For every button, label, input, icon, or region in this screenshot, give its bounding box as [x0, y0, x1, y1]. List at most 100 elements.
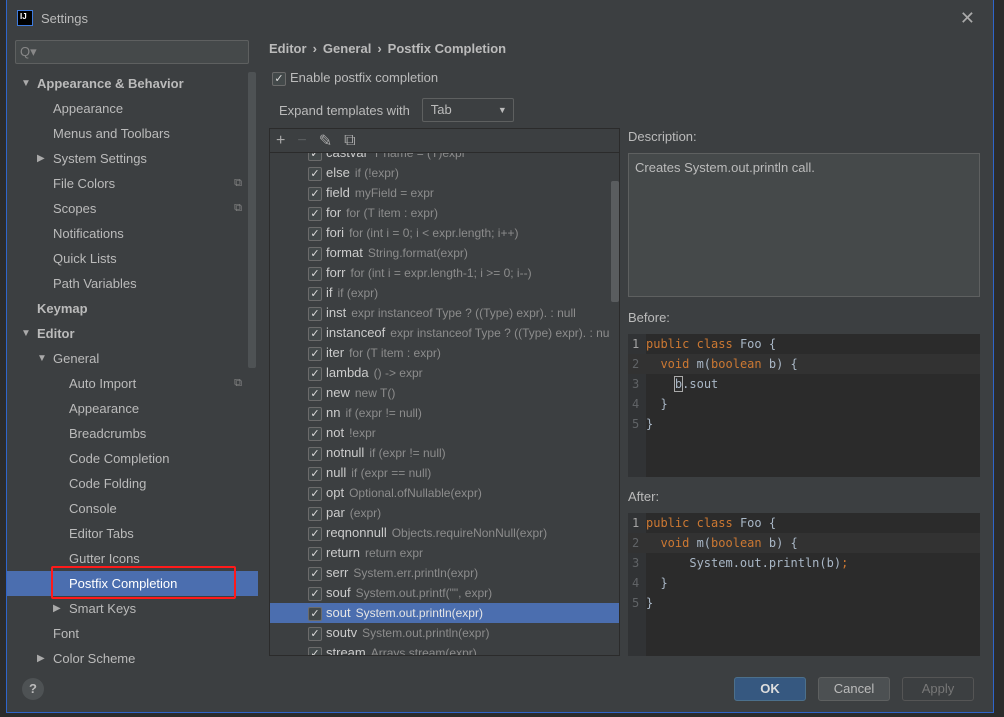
checkbox-checked-icon[interactable]: ✓ — [308, 366, 322, 381]
template-row[interactable]: ✓ lambda () -> expr — [270, 363, 619, 383]
template-row[interactable]: ✓ stream Arrays.stream(expr) — [270, 643, 619, 655]
template-row[interactable]: ✓ notnull if (expr != null) — [270, 443, 619, 463]
breadcrumb-editor[interactable]: Editor — [269, 41, 307, 56]
sidebar-item[interactable]: Code Completion — [7, 446, 258, 471]
template-row[interactable]: ✓ field myField = expr — [270, 183, 619, 203]
expanded-arrow-icon[interactable]: ▼ — [21, 321, 31, 346]
template-row[interactable]: ✓ sout System.out.println(expr) — [270, 603, 619, 623]
remove-icon[interactable]: − — [297, 132, 306, 150]
checkbox-checked-icon[interactable]: ✓ — [308, 266, 322, 281]
checkbox-checked-icon[interactable]: ✓ — [308, 226, 322, 241]
collapsed-arrow-icon[interactable]: ▶ — [37, 146, 45, 171]
template-row[interactable]: ✓ opt Optional.ofNullable(expr) — [270, 483, 619, 503]
template-row[interactable]: ✓ serr System.err.println(expr) — [270, 563, 619, 583]
sidebar-item[interactable]: ▶ Smart Keys — [7, 596, 258, 621]
copy-icon[interactable]: ⧉ — [344, 132, 355, 150]
template-row[interactable]: ✓ not !expr — [270, 423, 619, 443]
sidebar-item[interactable]: Scopes ⧉ — [7, 196, 258, 221]
sidebar-item[interactable]: ▼ General — [7, 346, 258, 371]
template-row[interactable]: ✓ forr for (int i = expr.length-1; i >= 0;… — [270, 263, 619, 283]
checkbox-checked-icon[interactable]: ✓ — [308, 626, 322, 641]
checkbox-checked-icon[interactable]: ✓ — [308, 486, 322, 501]
add-icon[interactable]: + — [276, 132, 285, 150]
checkbox-checked-icon[interactable]: ✓ — [308, 306, 322, 321]
checkbox-checked-icon[interactable]: ✓ — [308, 526, 322, 541]
template-row[interactable]: ✓ souf System.out.printf("", expr) — [270, 583, 619, 603]
sidebar-item[interactable]: Code Folding — [7, 471, 258, 496]
help-button[interactable]: ? — [22, 678, 44, 700]
ok-button[interactable]: OK — [734, 677, 806, 701]
sidebar-item[interactable]: Quick Lists — [7, 246, 258, 271]
template-description: System.out.println(expr) — [362, 626, 490, 640]
template-row[interactable]: ✓ for for (T item : expr) — [270, 203, 619, 223]
template-row[interactable]: ✓ if if (expr) — [270, 283, 619, 303]
template-row[interactable]: ✓ instanceof expr instanceof Type ? ((Type… — [270, 323, 619, 343]
sidebar-item[interactable]: Auto Import ⧉ — [7, 371, 258, 396]
template-row[interactable]: ✓ inst expr instanceof Type ? ((Type) expr… — [270, 303, 619, 323]
sidebar-item[interactable]: Menus and Toolbars — [7, 121, 258, 146]
sidebar-item[interactable]: ▼ Editor — [7, 321, 258, 346]
sidebar-scrollbar[interactable] — [248, 72, 256, 368]
apply-button[interactable]: Apply — [902, 677, 974, 701]
checkbox-checked-icon[interactable]: ✓ — [308, 246, 322, 261]
template-row[interactable]: ✓ soutv System.out.println(expr) — [270, 623, 619, 643]
breadcrumb-general[interactable]: General — [323, 41, 371, 56]
sidebar-item[interactable]: Console — [7, 496, 258, 521]
sidebar-item[interactable]: Appearance — [7, 96, 258, 121]
edit-icon[interactable]: ✎ — [319, 131, 332, 151]
checkbox-checked-icon[interactable]: ✓ — [308, 286, 322, 301]
checkbox-checked-icon[interactable]: ✓ — [308, 546, 322, 561]
sidebar-item-label: Console — [69, 501, 117, 516]
template-row[interactable]: ✓ reqnonnull Objects.requireNonNull(expr) — [270, 523, 619, 543]
search-input[interactable]: Q▾ — [15, 40, 249, 64]
sidebar-item[interactable]: Keymap — [7, 296, 258, 321]
checkbox-checked-icon[interactable]: ✓ — [308, 346, 322, 361]
checkbox-checked-icon[interactable]: ✓ — [308, 586, 322, 601]
expand-key-dropdown[interactable]: Tab ▼ — [421, 98, 514, 122]
checkbox-checked-icon[interactable]: ✓ — [308, 566, 322, 581]
checkbox-checked-icon[interactable]: ✓ — [308, 646, 322, 655]
expanded-arrow-icon[interactable]: ▼ — [21, 71, 31, 96]
sidebar-item[interactable]: Path Variables — [7, 271, 258, 296]
sidebar-item[interactable]: ▶ System Settings — [7, 146, 258, 171]
checkbox-checked-icon[interactable]: ✓ — [308, 506, 322, 521]
code-text: } — [646, 576, 668, 590]
template-row[interactable]: ✓ new new T() — [270, 383, 619, 403]
template-row[interactable]: ✓ format String.format(expr) — [270, 243, 619, 263]
cancel-button[interactable]: Cancel — [818, 677, 890, 701]
sidebar-item[interactable]: ▼ Appearance & Behavior — [7, 71, 258, 96]
checkbox-checked-icon[interactable]: ✓ — [308, 186, 322, 201]
collapsed-arrow-icon[interactable]: ▶ — [53, 596, 61, 621]
breadcrumb-separator: › — [377, 41, 382, 56]
checkbox-checked-icon[interactable]: ✓ — [308, 406, 322, 421]
template-row[interactable]: ✓ fori for (int i = 0; i < expr.length; i+… — [270, 223, 619, 243]
list-scrollbar[interactable] — [611, 181, 619, 302]
close-icon[interactable]: ✕ — [960, 8, 975, 29]
sidebar-item[interactable]: File Colors ⧉ — [7, 171, 258, 196]
sidebar-item[interactable]: Editor Tabs — [7, 521, 258, 546]
template-row[interactable]: ✓ iter for (T item : expr) — [270, 343, 619, 363]
checkbox-checked-icon[interactable]: ✓ — [272, 71, 286, 86]
template-row[interactable]: ✓ nn if (expr != null) — [270, 403, 619, 423]
checkbox-checked-icon[interactable]: ✓ — [308, 206, 322, 221]
checkbox-checked-icon[interactable]: ✓ — [308, 466, 322, 481]
sidebar-item[interactable]: Appearance — [7, 396, 258, 421]
checkbox-checked-icon[interactable]: ✓ — [308, 386, 322, 401]
template-description: if (expr != null) — [345, 406, 422, 420]
line-number: 1 — [632, 337, 640, 351]
sidebar-item[interactable]: Font — [7, 621, 258, 646]
checkbox-checked-icon[interactable]: ✓ — [308, 426, 322, 441]
checkbox-checked-icon[interactable]: ✓ — [308, 606, 322, 621]
template-row[interactable]: ✓ null if (expr == null) — [270, 463, 619, 483]
sidebar-item-label: Editor Tabs — [69, 526, 134, 541]
template-row[interactable]: ✓ else if (!expr) — [270, 163, 619, 183]
sidebar-item[interactable]: Breadcrumbs — [7, 421, 258, 446]
sidebar-item[interactable]: Notifications — [7, 221, 258, 246]
expanded-arrow-icon[interactable]: ▼ — [37, 346, 47, 371]
template-row[interactable]: ✓ return return expr — [270, 543, 619, 563]
checkbox-checked-icon[interactable]: ✓ — [308, 326, 322, 341]
template-row[interactable]: ✓ par (expr) — [270, 503, 619, 523]
checkbox-checked-icon[interactable]: ✓ — [308, 166, 322, 181]
enable-postfix-checkbox[interactable]: ✓ Enable postfix completion — [272, 70, 438, 86]
checkbox-checked-icon[interactable]: ✓ — [308, 446, 322, 461]
